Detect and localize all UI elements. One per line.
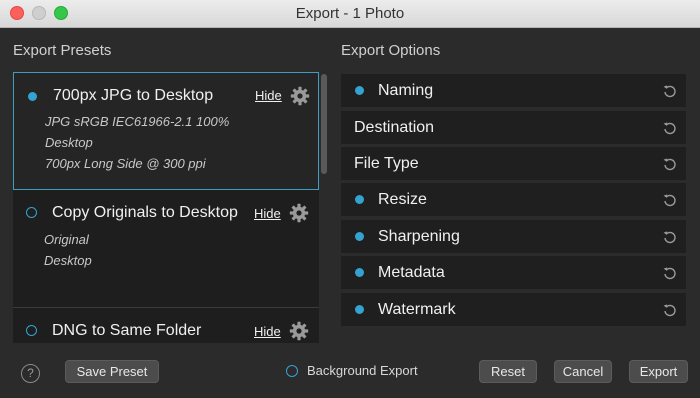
- preset-detail-format: Original: [44, 232, 89, 247]
- option-destination[interactable]: Destination: [341, 111, 686, 144]
- reset-icon[interactable]: [662, 192, 678, 208]
- option-enabled-indicator: [355, 305, 364, 314]
- export-button[interactable]: Export: [629, 360, 688, 383]
- preset-detail-format: JPG sRGB IEC61966-2.1 100%: [45, 114, 230, 129]
- reset-icon[interactable]: [662, 156, 678, 172]
- option-resize[interactable]: Resize: [341, 183, 686, 216]
- option-enabled-indicator: [355, 195, 364, 204]
- reset-icon[interactable]: [662, 229, 678, 245]
- preset-item-700px-jpg[interactable]: 700px JPG to Desktop Hide JPG sRGB IEC61…: [13, 72, 319, 190]
- reset-icon[interactable]: [662, 265, 678, 281]
- scroll-thumb[interactable]: [321, 74, 327, 174]
- option-label: Watermark: [378, 301, 456, 318]
- preset-detail-destination: Desktop: [45, 135, 93, 150]
- option-enabled-indicator: [355, 232, 364, 241]
- preset-item-dng-same-folder[interactable]: DNG to Same Folder Hide: [13, 308, 319, 343]
- gear-icon[interactable]: [289, 203, 309, 223]
- preset-hide-link[interactable]: Hide: [255, 88, 282, 103]
- background-export-radio[interactable]: [286, 365, 298, 377]
- reset-button[interactable]: Reset: [479, 360, 537, 383]
- preset-name: DNG to Same Folder: [52, 322, 202, 339]
- preset-hide-link[interactable]: Hide: [254, 206, 281, 221]
- option-watermark[interactable]: Watermark: [341, 293, 686, 326]
- reset-icon[interactable]: [662, 83, 678, 99]
- preset-name: Copy Originals to Desktop: [52, 204, 238, 221]
- option-naming[interactable]: Naming: [341, 74, 686, 107]
- option-label: Naming: [378, 82, 434, 99]
- preset-item-copy-originals[interactable]: Copy Originals to Desktop Hide Original …: [13, 194, 319, 304]
- preset-hide-link[interactable]: Hide: [254, 324, 281, 339]
- gear-icon[interactable]: [290, 86, 310, 106]
- preset-name: 700px JPG to Desktop: [53, 87, 214, 104]
- cancel-button[interactable]: Cancel: [554, 360, 612, 383]
- background-export-label: Background Export: [307, 363, 418, 378]
- option-metadata[interactable]: Metadata: [341, 256, 686, 289]
- option-sharpening[interactable]: Sharpening: [341, 220, 686, 253]
- presets-scrollbar[interactable]: [320, 72, 328, 343]
- save-preset-button[interactable]: Save Preset: [65, 360, 159, 383]
- option-label: Destination: [354, 119, 435, 136]
- option-label: File Type: [354, 155, 419, 172]
- option-file-type[interactable]: File Type: [341, 147, 686, 180]
- option-label: Resize: [378, 191, 427, 208]
- export-options-list: Naming Destination File Type Resize Shar…: [341, 72, 686, 328]
- preset-detail-destination: Desktop: [44, 253, 92, 268]
- option-label: Sharpening: [378, 228, 460, 245]
- presets-list: 700px JPG to Desktop Hide JPG sRGB IEC61…: [13, 72, 319, 343]
- export-presets-title: Export Presets: [13, 42, 112, 59]
- preset-detail-size: 700px Long Side @ 300 ppi: [45, 156, 206, 171]
- gear-icon[interactable]: [289, 321, 309, 341]
- preset-unselected-indicator: [26, 325, 37, 336]
- reset-icon[interactable]: [662, 302, 678, 318]
- window-title: Export - 1 Photo: [295, 5, 405, 22]
- option-enabled-indicator: [355, 86, 364, 95]
- preset-selected-indicator: [28, 92, 37, 101]
- reset-icon[interactable]: [662, 120, 678, 136]
- export-options-title: Export Options: [341, 42, 441, 59]
- title-bar: Export - 1 Photo: [0, 0, 700, 28]
- preset-unselected-indicator: [26, 207, 37, 218]
- option-enabled-indicator: [355, 268, 364, 277]
- help-button[interactable]: ?: [21, 364, 40, 383]
- option-label: Metadata: [378, 264, 445, 281]
